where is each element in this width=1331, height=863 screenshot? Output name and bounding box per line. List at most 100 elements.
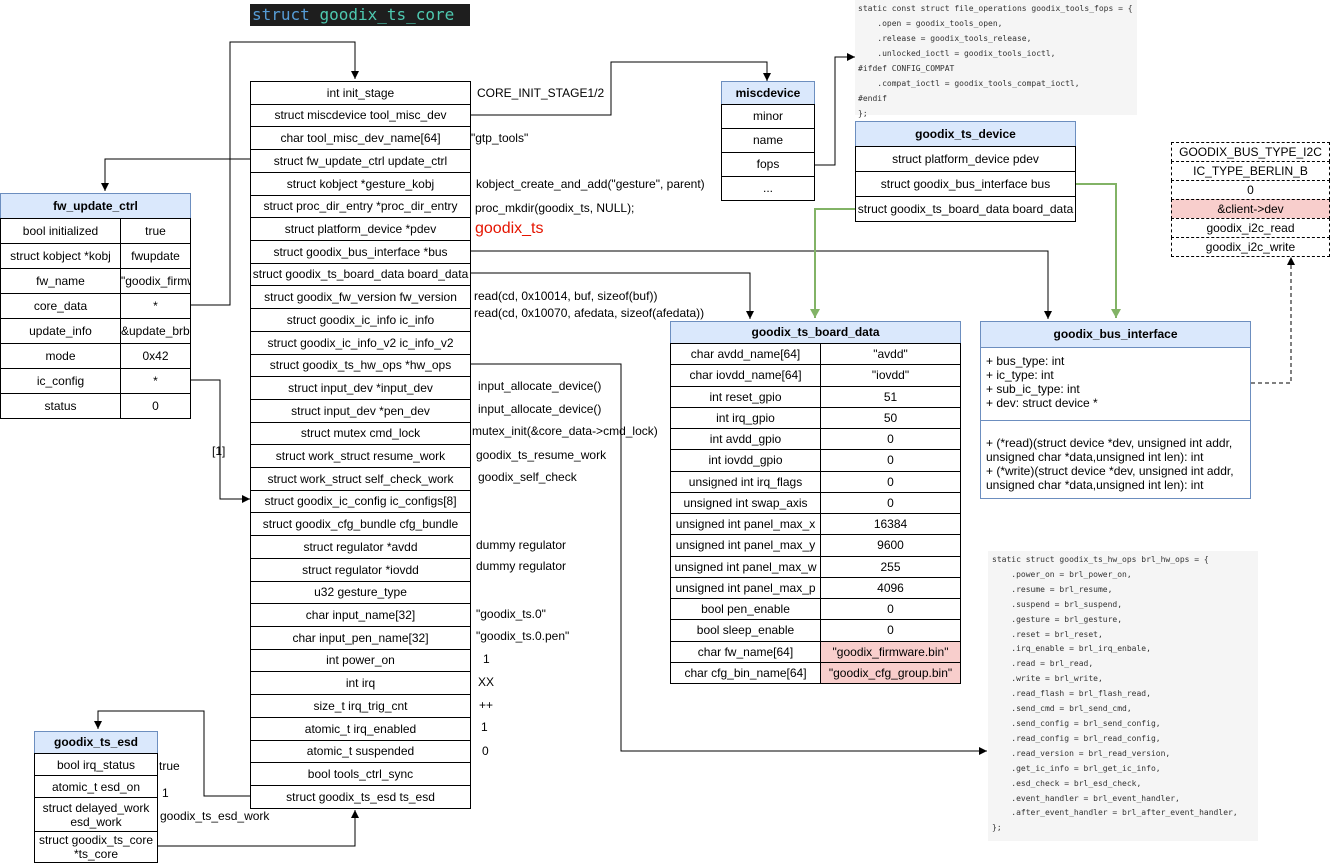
core-field-row: int power_on	[250, 649, 471, 672]
note-esd-work: goodix_ts_esd_work	[160, 809, 270, 823]
bus-attr: + bus_type: int	[986, 354, 1065, 368]
fw-update-ctrl-field: status	[0, 393, 121, 419]
arrow-update-ctrl	[101, 158, 250, 191]
core-field-row: struct platform_device *pdev	[250, 217, 471, 241]
bus-method: unsigned char *data,unsigned int len): i…	[986, 478, 1204, 492]
bus-attr: + dev: struct device *	[986, 396, 1098, 410]
note-pdev: goodix_ts	[475, 220, 544, 237]
note-cmd-lock: mutex_init(&core_data->cmd_lock)	[472, 424, 658, 438]
note-irq-enabled: 1	[481, 720, 488, 734]
core-field-row: struct work_struct self_check_work	[250, 467, 471, 491]
core-field-row: struct proc_dir_entry *proc_dir_entry	[250, 195, 471, 218]
fw-update-ctrl-value: fwupdate	[120, 243, 191, 269]
esd-irq-status-value: true	[159, 759, 180, 773]
board-data-value: "goodix_cfg_group.bin"	[820, 662, 961, 684]
fw-update-ctrl-value: *	[120, 293, 191, 319]
fw-update-ctrl-value: true	[120, 218, 191, 244]
note-init-stage: CORE_INIT_STAGE1/2	[477, 86, 605, 100]
core-field-row: struct regulator *avdd	[250, 535, 471, 559]
core-field-row: char input_pen_name[32]	[250, 626, 471, 650]
core-field-row: struct miscdevice tool_misc_dev	[250, 104, 471, 127]
board-data-field: unsigned int panel_max_x	[670, 513, 821, 535]
i2c-value-row: GOODIX_BUS_TYPE_I2C	[1171, 142, 1330, 162]
note-power-on: 1	[483, 652, 490, 666]
core-field-row: struct goodix_fw_version fw_version	[250, 285, 471, 309]
core-field-row: bool tools_ctrl_sync	[250, 762, 471, 786]
goodix-ts-esd-field: bool irq_status	[34, 753, 158, 776]
core-field-row: struct goodix_bus_interface *bus	[250, 240, 471, 264]
miscdevice-field: name	[721, 128, 815, 153]
board-data-value: "avdd"	[820, 343, 961, 365]
core-field-row: struct fw_update_ctrl update_ctrl	[250, 149, 471, 173]
board-data-field: unsigned int irq_flags	[670, 471, 821, 493]
core-field-row: char input_name[32]	[250, 603, 471, 627]
board-data-value: 0	[820, 492, 961, 514]
core-field-row: struct regulator *iovdd	[250, 558, 471, 582]
fw-update-ctrl-field: ic_config	[0, 368, 121, 394]
goodix-ts-device-title: goodix_ts_device	[855, 121, 1076, 147]
note-suspended: 0	[482, 744, 489, 758]
board-data-value: 4096	[820, 577, 961, 599]
board-data-value: 0	[820, 619, 961, 642]
fw-update-ctrl-value: &update_brb	[120, 318, 191, 344]
green-arrow-bus	[1076, 183, 1121, 318]
board-data-value: 50	[820, 407, 961, 429]
core-field-row: int irq	[250, 671, 471, 695]
board-data-value: 0	[820, 449, 961, 472]
esd-on-value: 1	[162, 786, 169, 800]
board-data-title: goodix_ts_board_data	[670, 321, 961, 344]
board-data-field: char avdd_name[64]	[670, 343, 821, 365]
bus-method: + (*read)(struct device *dev, unsigned i…	[986, 436, 1233, 450]
note-self-check-work: goodix_self_check	[478, 470, 577, 484]
core-field-row: struct work_struct resume_work	[250, 444, 471, 468]
core-field-row: int init_stage	[250, 81, 471, 105]
core-field-row: struct kobject *gesture_kobj	[250, 172, 471, 196]
i2c-value-row: goodix_i2c_write	[1171, 237, 1330, 257]
note-input-dev: input_allocate_device()	[478, 379, 602, 393]
fw-update-ctrl-value: 0x42	[120, 343, 191, 369]
goodix-ts-device-field: struct goodix_bus_interface bus	[855, 171, 1076, 197]
board-data-field: int iovdd_gpio	[670, 449, 821, 472]
hw-ops-code-block: static struct goodix_ts_hw_ops brl_hw_op…	[988, 551, 1258, 841]
goodix-ts-esd-field: struct delayed_work esd_work	[34, 797, 158, 832]
board-data-value: "goodix_firmware.bin"	[820, 641, 961, 663]
arrow-ic-config	[190, 379, 250, 503]
goodix-ts-esd-title: goodix_ts_esd	[34, 731, 158, 754]
fw-update-ctrl-title: fw_update_ctrl	[0, 193, 191, 219]
i2c-value-row: goodix_i2c_read	[1171, 218, 1330, 238]
board-data-value: 16384	[820, 513, 961, 535]
board-data-value: 255	[820, 556, 961, 578]
miscdevice-field: minor	[721, 104, 815, 129]
note-proc-dir-entry: proc_mkdir(goodix_ts, NULL);	[475, 201, 635, 215]
i2c-value-row: IC_TYPE_BERLIN_B	[1171, 161, 1330, 181]
goodix-ts-esd-field: atomic_t esd_on	[34, 775, 158, 798]
miscdevice-field: fops	[721, 152, 815, 177]
fw-update-ctrl-field: struct kobject *kobj	[0, 243, 121, 269]
core-field-row: struct input_dev *input_dev	[250, 376, 471, 400]
i2c-value-row: &client->dev	[1171, 199, 1330, 219]
board-data-field: char cfg_bin_name[64]	[670, 662, 821, 684]
bus-attr: + sub_ic_type: int	[986, 382, 1080, 396]
board-data-field: bool pen_enable	[670, 598, 821, 620]
core-field-row: struct goodix_cfg_bundle cfg_bundle	[250, 512, 471, 536]
note-fw-version: read(cd, 0x10014, buf, sizeof(buf))	[474, 289, 658, 303]
board-data-field: unsigned int swap_axis	[670, 492, 821, 514]
core-field-row: struct mutex cmd_lock	[250, 422, 471, 445]
board-data-field: bool sleep_enable	[670, 619, 821, 642]
core-field-row: struct input_dev *pen_dev	[250, 399, 471, 423]
note-resume-work: goodix_ts_resume_work	[476, 448, 607, 462]
board-data-field: unsigned int panel_max_w	[670, 556, 821, 578]
goodix-ts-device-field: struct platform_device pdev	[855, 146, 1076, 172]
board-data-value: 0	[820, 598, 961, 620]
bus-method: unsigned char *data,unsigned int len): i…	[986, 450, 1204, 464]
goodix-ts-device-field: struct goodix_ts_board_data board_data	[855, 196, 1076, 222]
note-iovdd: dummy regulator	[476, 559, 567, 573]
board-data-field: int irq_gpio	[670, 407, 821, 429]
core-field-row: struct goodix_ic_info ic_info	[250, 308, 471, 332]
miscdevice-field: ...	[721, 176, 815, 201]
miscdevice-title: miscdevice	[721, 81, 815, 105]
board-data-field: unsigned int panel_max_y	[670, 534, 821, 557]
board-data-value: 51	[820, 386, 961, 408]
i2c-value-row: 0	[1171, 180, 1330, 200]
core-field-row: atomic_t irq_enabled	[250, 717, 471, 741]
